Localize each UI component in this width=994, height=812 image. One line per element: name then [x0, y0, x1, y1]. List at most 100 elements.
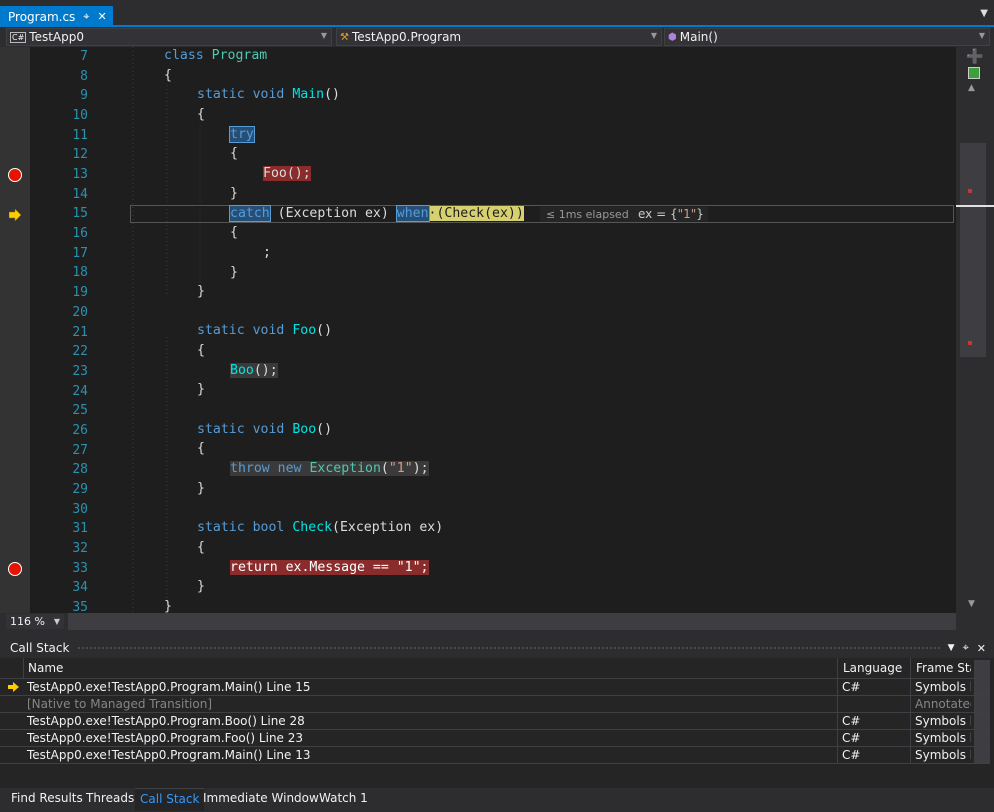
frame-name: TestApp0.exe!TestApp0.Program.Foo() Line…	[23, 730, 838, 746]
data-tip[interactable]: ex = {"1"}	[634, 207, 708, 222]
code-text: ()	[316, 422, 333, 437]
keyword: void	[252, 323, 285, 338]
code-line-7: class Program	[164, 48, 267, 63]
tab-watch-1[interactable]: Watch 1	[314, 788, 373, 810]
panel-menu-icon[interactable]: ▼	[948, 643, 955, 653]
call-stack-titlebar: Call Stack ▼ ⌖ ✕	[0, 638, 994, 658]
call-stack-row[interactable]: TestApp0.exe!TestApp0.Program.Main() Lin…	[0, 679, 990, 696]
split-icon[interactable]: ➕	[966, 49, 983, 65]
keyword-highlight: when	[395, 205, 430, 222]
tab-find-results[interactable]: Find Results	[6, 788, 88, 810]
string-literal: "1"	[388, 461, 413, 476]
call-stack-title: Call Stack	[10, 641, 70, 655]
horizontal-scrollbar[interactable]	[68, 613, 956, 630]
scroll-down-icon[interactable]: ▼	[968, 599, 975, 609]
code-text: (Exception ex)	[269, 206, 397, 221]
line-number: 14	[72, 186, 88, 202]
code-text: ();	[253, 363, 278, 378]
chevron-down-icon: ▼	[53, 617, 60, 626]
class-dropdown[interactable]: ⚒ TestApp0.Program ▼	[336, 28, 662, 46]
column-header-frame-status[interactable]: Frame Stat	[911, 658, 971, 678]
line-number: 33	[72, 560, 88, 576]
code-text: (Exception ex)	[332, 520, 444, 535]
keyword: void	[252, 422, 285, 437]
type-name: Exception	[309, 461, 381, 476]
close-icon[interactable]: ✕	[977, 642, 986, 655]
vertical-scrollbar[interactable]: ➕ ▲ ▼	[956, 47, 994, 613]
code-line-18: }	[230, 265, 238, 280]
frame-language	[838, 696, 911, 712]
method-name: Boo	[292, 422, 317, 437]
column-header-name[interactable]: Name	[23, 658, 838, 678]
code-text: (	[380, 461, 389, 476]
method-name: Check	[292, 520, 333, 535]
keyword: bool	[252, 520, 285, 535]
column-header-language[interactable]: Language	[838, 658, 911, 678]
close-icon[interactable]: ✕	[98, 10, 107, 23]
tab-call-stack[interactable]: Call Stack	[135, 788, 205, 811]
line-number: 32	[72, 541, 88, 556]
tab-overflow-icon[interactable]: ▼	[980, 8, 988, 19]
current-frame-arrow-icon	[8, 682, 19, 692]
csharp-project-icon: C#	[10, 31, 27, 43]
method-icon: ⬢	[668, 31, 677, 43]
code-line-17: ;	[263, 245, 271, 260]
keyword: new	[277, 461, 302, 476]
status-ok-icon	[968, 67, 980, 79]
project-dropdown-value: TestApp0	[29, 30, 85, 44]
scroll-thumb[interactable]	[960, 143, 986, 357]
line-number: 28	[72, 462, 88, 478]
perf-tip[interactable]: ≤ 1ms elapsed	[540, 207, 635, 222]
column-spacer	[0, 658, 24, 678]
scroll-up-icon[interactable]: ▲	[968, 83, 975, 93]
code-line-13: Foo();	[263, 166, 311, 181]
call-stack-row[interactable]: TestApp0.exe!TestApp0.Program.Foo() Line…	[0, 730, 990, 747]
line-number: 23	[72, 363, 88, 379]
method-call: Boo	[230, 363, 254, 378]
current-statement-highlight: (Check(ex))	[436, 206, 524, 221]
tool-window-tabs: Find Results Threads Call Stack Immediat…	[0, 788, 994, 812]
line-number: 22	[72, 344, 88, 360]
pin-icon[interactable]: ⌖	[963, 641, 969, 655]
code-line-29: }	[197, 481, 205, 496]
code-line-26: static void Boo()	[197, 422, 332, 437]
code-line-21: static void Foo()	[197, 323, 332, 338]
zoom-dropdown[interactable]: 116 % ▼	[6, 614, 64, 629]
code-line-27: {	[197, 441, 205, 456]
document-tab-strip	[0, 0, 994, 27]
tab-immediate-window[interactable]: Immediate Window	[198, 788, 324, 810]
breakpoint-icon[interactable]	[8, 168, 22, 182]
code-line-11: try	[229, 126, 255, 143]
code-editor[interactable]: class Program { static void Main() { try…	[0, 47, 994, 613]
frame-status: Symbols lo	[915, 714, 971, 728]
tab-threads[interactable]: Threads	[81, 788, 139, 810]
frame-status: Symbols lo	[915, 731, 971, 745]
glyph-margin[interactable]	[0, 47, 30, 613]
breakpoint-icon[interactable]	[8, 562, 22, 576]
line-number: 21	[72, 324, 88, 340]
line-number: 34	[72, 580, 88, 596]
breakpoint-marker	[968, 341, 972, 345]
keyword: throw	[230, 461, 270, 476]
class-icon: ⚒	[340, 31, 349, 43]
code-line-12: {	[230, 146, 238, 161]
chevron-down-icon: ▼	[978, 31, 985, 40]
panel-grip[interactable]	[77, 645, 940, 651]
project-dropdown[interactable]: C# TestApp0 ▼	[6, 28, 332, 46]
line-number: 19	[72, 285, 88, 301]
frame-status: Symbols lo	[915, 748, 971, 762]
document-tab[interactable]: Program.cs ⌖ ✕	[0, 6, 113, 27]
line-number: 11	[72, 127, 88, 143]
call-stack-row[interactable]: TestApp0.exe!TestApp0.Program.Main() Lin…	[0, 747, 990, 764]
pin-icon[interactable]: ⌖	[83, 10, 89, 24]
call-stack-row[interactable]: [Native to Managed Transition] Annotated	[0, 696, 990, 713]
line-number: 24	[72, 383, 88, 399]
frame-language: C#	[838, 713, 911, 729]
keyword: static	[197, 323, 245, 338]
member-dropdown[interactable]: ⬢ Main() ▼	[664, 28, 990, 46]
code-line-10: {	[197, 107, 205, 122]
line-number: 35	[72, 600, 88, 613]
call-stack-row[interactable]: TestApp0.exe!TestApp0.Program.Boo() Line…	[0, 713, 990, 730]
code-line-8: {	[164, 68, 172, 83]
code-line-14: }	[230, 186, 238, 201]
